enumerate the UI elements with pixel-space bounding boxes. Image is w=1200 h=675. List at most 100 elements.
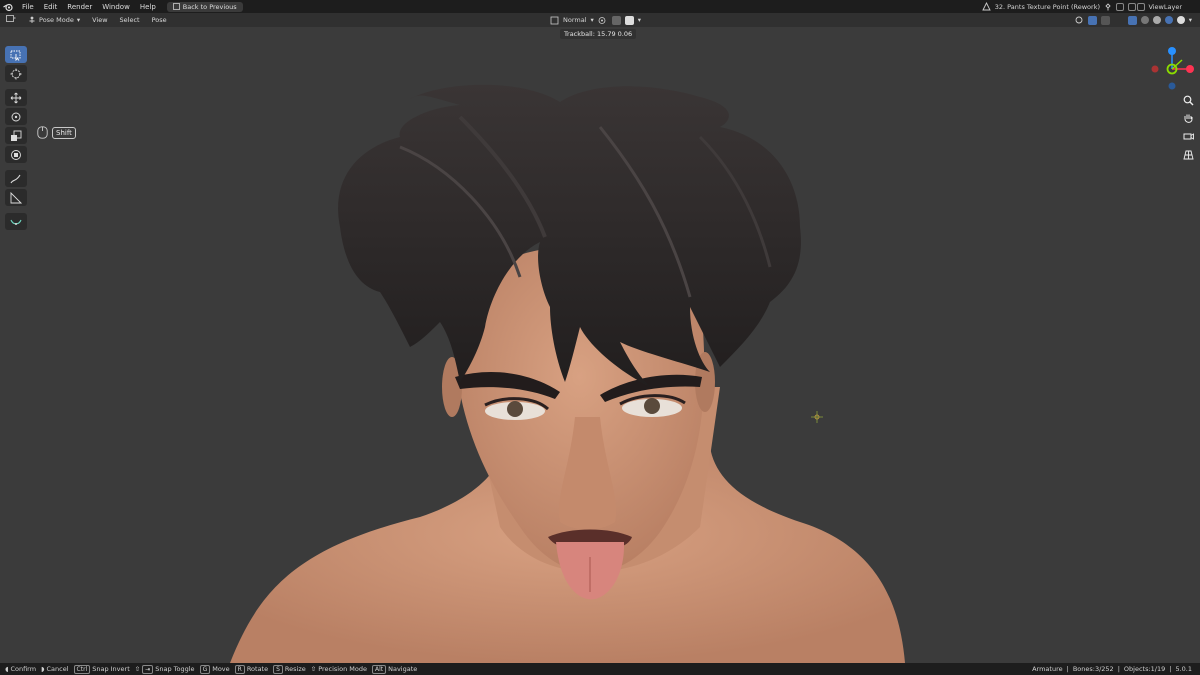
shift-arrow-icon: ⇧ bbox=[134, 665, 141, 673]
transform-orientation-group: Normal ▾ ▾ bbox=[550, 13, 641, 27]
chevron-down-icon[interactable]: ▾ bbox=[1189, 16, 1192, 24]
perspective-toggle[interactable] bbox=[1180, 146, 1196, 162]
back-arrow-icon bbox=[172, 3, 180, 10]
blender-logo-icon[interactable] bbox=[3, 2, 13, 12]
rotate-tool[interactable] bbox=[5, 108, 27, 125]
chevron-down-icon: ▾ bbox=[76, 16, 81, 24]
menu-pose[interactable]: Pose bbox=[146, 16, 173, 24]
rendered-shading-icon[interactable] bbox=[1176, 16, 1185, 24]
cursor-icon bbox=[10, 68, 22, 79]
pivot-point-icon[interactable] bbox=[598, 16, 608, 25]
annotate-tool[interactable] bbox=[5, 170, 27, 187]
snap-toggle-icon[interactable] bbox=[611, 15, 621, 25]
key-tab-icon: ⇥ bbox=[142, 664, 154, 674]
view-layer-icon bbox=[1137, 2, 1146, 11]
scene-selector[interactable]: 32. Pants Texture Point (Rework) bbox=[982, 0, 1136, 13]
gizmo-toggle-icon[interactable] bbox=[1087, 15, 1097, 25]
xray-toggle-icon[interactable] bbox=[1127, 15, 1137, 25]
magnifier-icon bbox=[1183, 95, 1193, 105]
solid-shading-icon[interactable] bbox=[1152, 16, 1161, 24]
status-resize: S Resize bbox=[273, 664, 306, 674]
snap-target-icon[interactable] bbox=[624, 15, 634, 25]
status-bar: ◖ Confirm ◗ Cancel Ctrl Snap Invert ⇧ ⇥ … bbox=[0, 663, 1200, 675]
stat-armature: Armature bbox=[1032, 665, 1063, 673]
gizmo-z-axis bbox=[1168, 47, 1176, 55]
navigation-tools bbox=[1180, 92, 1196, 164]
annotate-icon bbox=[10, 174, 21, 183]
menu-file[interactable]: File bbox=[17, 3, 39, 11]
top-menu-bar: File Edit Render Window Help Back to Pre… bbox=[0, 0, 1200, 13]
material-shading-icon[interactable] bbox=[1164, 16, 1173, 24]
viewport-display-controls: ▾ bbox=[1074, 13, 1192, 27]
shift-arrow-icon: ⇧ bbox=[310, 665, 317, 673]
viewport-header: Pose Mode ▾ View Select Pose Normal ▾ ▾ … bbox=[0, 13, 1200, 27]
editor-type-button[interactable] bbox=[0, 15, 22, 25]
mouse-right-icon: ◗ bbox=[41, 665, 45, 673]
key-ctrl: Ctrl bbox=[73, 664, 91, 674]
mode-label: Pose Mode bbox=[39, 16, 74, 24]
back-to-previous-label: Back to Previous bbox=[182, 2, 237, 11]
chevron-down-icon: ▾ bbox=[590, 16, 594, 24]
stat-version: 5.0.1 bbox=[1175, 665, 1192, 673]
zoom-tool[interactable] bbox=[1180, 92, 1196, 108]
status-snap-invert: Ctrl Snap Invert bbox=[73, 664, 130, 674]
select-box-icon bbox=[10, 50, 21, 61]
back-to-previous-button[interactable]: Back to Previous bbox=[166, 1, 243, 12]
mouse-left-icon: ◖ bbox=[5, 665, 9, 673]
menu-view[interactable]: View bbox=[86, 16, 113, 24]
modifier-key-hint: Shift bbox=[37, 126, 76, 139]
cursor-tool[interactable] bbox=[5, 65, 27, 82]
new-scene-icon[interactable] bbox=[1116, 2, 1124, 11]
pin-icon[interactable] bbox=[1104, 2, 1112, 11]
visibility-icon[interactable] bbox=[1074, 15, 1084, 25]
key-s: S bbox=[273, 664, 283, 674]
mode-select-dropdown[interactable]: Pose Mode ▾ bbox=[22, 16, 86, 24]
menu-select[interactable]: Select bbox=[114, 16, 146, 24]
orientation-icon bbox=[550, 16, 559, 24]
key-g: G bbox=[199, 664, 211, 674]
editor-type-icon bbox=[6, 15, 16, 22]
pose-mode-icon bbox=[29, 16, 35, 23]
status-cancel: ◗ Cancel bbox=[41, 665, 69, 673]
delete-scene-icon[interactable] bbox=[1128, 2, 1136, 11]
menu-window[interactable]: Window bbox=[97, 3, 135, 11]
status-navigate: Alt Navigate bbox=[371, 664, 417, 674]
scale-icon bbox=[11, 130, 22, 141]
navigation-gizmo[interactable] bbox=[1145, 42, 1199, 94]
shift-key-badge: Shift bbox=[52, 126, 76, 139]
overlay-toggle-icon[interactable] bbox=[1100, 15, 1110, 25]
hair bbox=[338, 84, 801, 388]
pose-bone-icon bbox=[10, 219, 22, 225]
grid-icon bbox=[1182, 150, 1194, 159]
view-layer-name: ViewLayer bbox=[1148, 2, 1182, 11]
tool-shelf bbox=[5, 46, 27, 232]
status-precision: ⇧ Precision Mode bbox=[310, 665, 367, 673]
camera-icon bbox=[1183, 132, 1194, 140]
transform-icon bbox=[11, 149, 21, 160]
status-confirm: ◖ Confirm bbox=[5, 665, 37, 673]
stat-objects: Objects:1/19 bbox=[1123, 665, 1166, 673]
mouse-icon bbox=[37, 126, 48, 139]
move-tool[interactable] bbox=[5, 89, 27, 106]
wireframe-shading-icon[interactable] bbox=[1140, 16, 1149, 24]
measure-tool[interactable] bbox=[5, 189, 27, 206]
pan-tool[interactable] bbox=[1180, 110, 1196, 126]
status-snap-toggle: ⇧ ⇥ Snap Toggle bbox=[134, 664, 195, 674]
object-origin-marker bbox=[811, 411, 823, 423]
hand-icon bbox=[1184, 114, 1192, 123]
menu-help[interactable]: Help bbox=[135, 3, 161, 11]
rotate-icon bbox=[11, 112, 21, 121]
orientation-dropdown[interactable]: Normal bbox=[563, 16, 587, 24]
menu-render[interactable]: Render bbox=[62, 3, 97, 11]
scene-name: 32. Pants Texture Point (Rework) bbox=[994, 2, 1100, 11]
scene-statistics: Armature | Bones:3/252 | Objects:1/19 | … bbox=[1032, 665, 1192, 673]
gizmo-neg-z-axis bbox=[1168, 82, 1176, 90]
chevron-down-icon: ▾ bbox=[637, 16, 642, 24]
menu-edit[interactable]: Edit bbox=[39, 3, 63, 11]
view-layer-selector[interactable]: ViewLayer bbox=[1137, 0, 1182, 13]
camera-view-tool[interactable] bbox=[1180, 128, 1196, 144]
select-box-tool[interactable] bbox=[5, 46, 27, 63]
transform-tool[interactable] bbox=[5, 146, 27, 163]
scale-tool[interactable] bbox=[5, 127, 27, 144]
pose-tool[interactable] bbox=[5, 213, 27, 230]
